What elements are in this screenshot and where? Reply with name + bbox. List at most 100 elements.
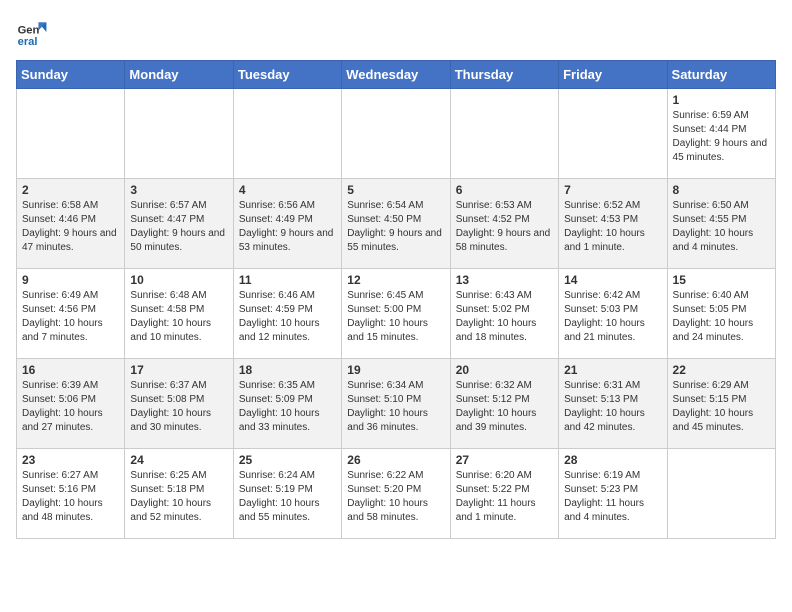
day-number: 28 [564,453,661,467]
calendar-cell: 28 Sunrise: 6:19 AM Sunset: 5:23 PM Dayli… [559,449,667,539]
day-info: Sunrise: 6:22 AM Sunset: 5:20 PM Dayligh… [347,469,444,525]
day-number: 12 [347,273,444,287]
day-number: 10 [130,273,227,287]
calendar-cell: 2 Sunrise: 6:58 AM Sunset: 4:46 PM Daylig… [17,179,125,269]
day-info: Sunrise: 6:56 AM Sunset: 4:49 PM Dayligh… [239,199,336,255]
day-info: Sunrise: 6:34 AM Sunset: 5:10 PM Dayligh… [347,379,444,435]
calendar-cell: 27Sunrise: 6:20 AM Sunset: 5:22 PM Dayli… [450,449,558,539]
day-number: 14 [564,273,661,287]
day-info: Sunrise: 6:31 AM Sunset: 5:13 PM Dayligh… [564,379,661,435]
calendar-cell: 4 Sunrise: 6:56 AM Sunset: 4:49 PM Daylig… [233,179,341,269]
day-info: Sunrise: 6:54 AM Sunset: 4:50 PM Dayligh… [347,199,444,255]
calendar-header-monday: Monday [125,61,233,89]
day-info: Sunrise: 6:43 AM Sunset: 5:02 PM Dayligh… [456,289,553,345]
day-number: 19 [347,363,444,377]
calendar-cell: 8 Sunrise: 6:50 AM Sunset: 4:55 PM Daylig… [667,179,775,269]
calendar-cell: 7 Sunrise: 6:52 AM Sunset: 4:53 PM Daylig… [559,179,667,269]
day-info: Sunrise: 6:19 AM Sunset: 5:23 PM Dayligh… [564,469,661,525]
day-number: 4 [239,183,336,197]
calendar-cell: 3 Sunrise: 6:57 AM Sunset: 4:47 PM Daylig… [125,179,233,269]
day-number: 13 [456,273,553,287]
calendar-header-sunday: Sunday [17,61,125,89]
page-header: Gen eral [16,16,776,48]
calendar-cell [667,449,775,539]
calendar-header-saturday: Saturday [667,61,775,89]
day-info: Sunrise: 6:58 AM Sunset: 4:46 PM Dayligh… [22,199,119,255]
calendar-cell: 17 Sunrise: 6:37 AM Sunset: 5:08 PM Dayli… [125,359,233,449]
day-info: Sunrise: 6:39 AM Sunset: 5:06 PM Dayligh… [22,379,119,435]
calendar-week-row: 16 Sunrise: 6:39 AM Sunset: 5:06 PM Dayli… [17,359,776,449]
calendar-cell: 14Sunrise: 6:42 AM Sunset: 5:03 PM Dayli… [559,269,667,359]
day-number: 3 [130,183,227,197]
calendar-cell: 20 Sunrise: 6:32 AM Sunset: 5:12 PM Dayli… [450,359,558,449]
calendar-header-tuesday: Tuesday [233,61,341,89]
calendar-cell: 24Sunrise: 6:25 AM Sunset: 5:18 PM Dayli… [125,449,233,539]
calendar-cell: 18 Sunrise: 6:35 AM Sunset: 5:09 PM Dayli… [233,359,341,449]
day-info: Sunrise: 6:24 AM Sunset: 5:19 PM Dayligh… [239,469,336,525]
calendar-header-row: SundayMondayTuesdayWednesdayThursdayFrid… [17,61,776,89]
calendar-week-row: 2 Sunrise: 6:58 AM Sunset: 4:46 PM Daylig… [17,179,776,269]
day-info: Sunrise: 6:57 AM Sunset: 4:47 PM Dayligh… [130,199,227,255]
calendar-week-row: 1Sunrise: 6:59 AM Sunset: 4:44 PM Daylig… [17,89,776,179]
calendar-cell [233,89,341,179]
day-info: Sunrise: 6:40 AM Sunset: 5:05 PM Dayligh… [673,289,770,345]
day-number: 6 [456,183,553,197]
day-number: 9 [22,273,119,287]
calendar-cell: 21 Sunrise: 6:31 AM Sunset: 5:13 PM Dayli… [559,359,667,449]
day-number: 8 [673,183,770,197]
calendar-cell [342,89,450,179]
day-number: 11 [239,273,336,287]
day-number: 5 [347,183,444,197]
calendar-cell [559,89,667,179]
day-number: 1 [673,93,770,107]
calendar-header-friday: Friday [559,61,667,89]
calendar-cell: 6 Sunrise: 6:53 AM Sunset: 4:52 PM Daylig… [450,179,558,269]
day-number: 23 [22,453,119,467]
calendar-cell [125,89,233,179]
calendar-cell: 15 Sunrise: 6:40 AM Sunset: 5:05 PM Dayli… [667,269,775,359]
calendar-cell: 25 Sunrise: 6:24 AM Sunset: 5:19 PM Dayli… [233,449,341,539]
day-info: Sunrise: 6:49 AM Sunset: 4:56 PM Dayligh… [22,289,119,345]
day-info: Sunrise: 6:50 AM Sunset: 4:55 PM Dayligh… [673,199,770,255]
day-number: 22 [673,363,770,377]
calendar-cell [17,89,125,179]
day-info: Sunrise: 6:46 AM Sunset: 4:59 PM Dayligh… [239,289,336,345]
calendar-cell: 22 Sunrise: 6:29 AM Sunset: 5:15 PM Dayli… [667,359,775,449]
day-number: 7 [564,183,661,197]
day-info: Sunrise: 6:27 AM Sunset: 5:16 PM Dayligh… [22,469,119,525]
day-number: 20 [456,363,553,377]
logo-icon: Gen eral [16,16,48,48]
calendar-cell: 9 Sunrise: 6:49 AM Sunset: 4:56 PM Daylig… [17,269,125,359]
day-number: 18 [239,363,336,377]
day-number: 26 [347,453,444,467]
day-number: 2 [22,183,119,197]
day-number: 15 [673,273,770,287]
calendar-header-thursday: Thursday [450,61,558,89]
calendar-cell: 5 Sunrise: 6:54 AM Sunset: 4:50 PM Daylig… [342,179,450,269]
day-info: Sunrise: 6:32 AM Sunset: 5:12 PM Dayligh… [456,379,553,435]
day-number: 24 [130,453,227,467]
calendar-cell [450,89,558,179]
calendar-cell: 26 Sunrise: 6:22 AM Sunset: 5:20 PM Dayli… [342,449,450,539]
calendar-cell: 19 Sunrise: 6:34 AM Sunset: 5:10 PM Dayli… [342,359,450,449]
day-number: 27 [456,453,553,467]
calendar-cell: 10 Sunrise: 6:48 AM Sunset: 4:58 PM Dayli… [125,269,233,359]
calendar-header-wednesday: Wednesday [342,61,450,89]
svg-text:Gen: Gen [18,25,40,37]
calendar-cell: 16 Sunrise: 6:39 AM Sunset: 5:06 PM Dayli… [17,359,125,449]
day-number: 17 [130,363,227,377]
calendar-cell: 12Sunrise: 6:45 AM Sunset: 5:00 PM Dayli… [342,269,450,359]
day-info: Sunrise: 6:37 AM Sunset: 5:08 PM Dayligh… [130,379,227,435]
day-number: 25 [239,453,336,467]
svg-text:eral: eral [18,36,38,48]
day-info: Sunrise: 6:29 AM Sunset: 5:15 PM Dayligh… [673,379,770,435]
day-info: Sunrise: 6:35 AM Sunset: 5:09 PM Dayligh… [239,379,336,435]
calendar-week-row: 23 Sunrise: 6:27 AM Sunset: 5:16 PM Dayli… [17,449,776,539]
day-number: 21 [564,363,661,377]
calendar-cell: 13 Sunrise: 6:43 AM Sunset: 5:02 PM Dayli… [450,269,558,359]
calendar-cell: 1Sunrise: 6:59 AM Sunset: 4:44 PM Daylig… [667,89,775,179]
day-info: Sunrise: 6:52 AM Sunset: 4:53 PM Dayligh… [564,199,661,255]
day-info: Sunrise: 6:53 AM Sunset: 4:52 PM Dayligh… [456,199,553,255]
day-info: Sunrise: 6:48 AM Sunset: 4:58 PM Dayligh… [130,289,227,345]
day-number: 16 [22,363,119,377]
